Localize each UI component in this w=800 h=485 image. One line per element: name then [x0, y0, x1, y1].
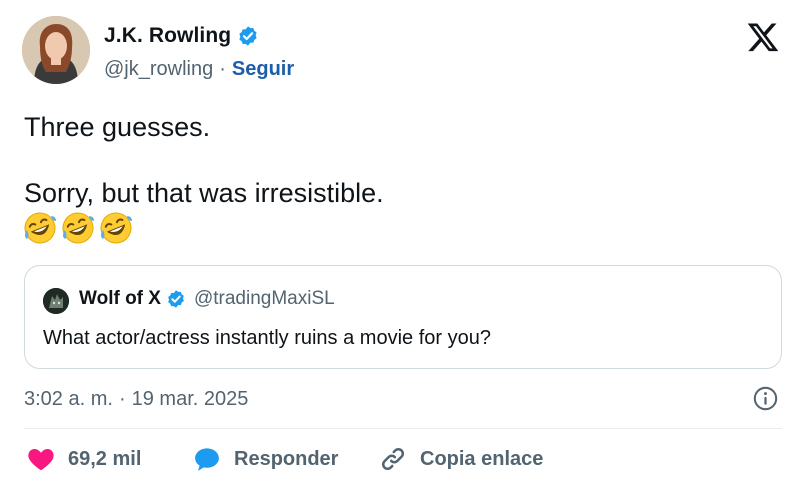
reply-bubble-icon [192, 444, 222, 474]
divider [24, 428, 782, 429]
heart-icon [26, 444, 56, 474]
quote-author-avatar [43, 288, 69, 314]
rofl-emoji-icon [22, 210, 58, 246]
follow-button[interactable]: Seguir [232, 58, 294, 81]
rofl-emoji-icon [60, 210, 96, 246]
quote-text: What actor/actress instantly ruins a mov… [43, 327, 491, 349]
author-handle[interactable]: @jk_rowling [104, 58, 213, 81]
tweet-timestamp[interactable]: 3:02 a. m. · 19 mar. 2025 [24, 388, 248, 411]
verified-badge-icon [237, 25, 259, 47]
rofl-emoji-icon [98, 210, 134, 246]
reply-label: Responder [234, 447, 339, 470]
author-name[interactable]: J.K. Rowling [104, 24, 231, 48]
reply-button[interactable]: Responder [192, 444, 338, 474]
author-handle-row: @jk_rowling · Seguir [104, 58, 294, 81]
emoji-row [22, 210, 134, 246]
tweet-date: 19 mar. 2025 [131, 388, 249, 410]
author-name-row: J.K. Rowling [104, 24, 259, 48]
tweet-time: 3:02 a. m. [24, 388, 113, 410]
quoted-tweet[interactable]: Wolf of X @tradingMaxiSL What actor/actr… [24, 265, 782, 369]
tweet-embed-card: J.K. Rowling @jk_rowling · Seguir Three … [0, 0, 800, 485]
x-logo-icon[interactable] [746, 20, 780, 54]
verified-badge-icon [166, 289, 186, 309]
timestamp-separator: · [118, 388, 126, 410]
copy-link-button[interactable]: Copia enlace [378, 444, 543, 474]
author-avatar[interactable] [22, 16, 90, 84]
quote-author-name: Wolf of X [79, 288, 161, 309]
link-icon [378, 444, 408, 474]
info-icon[interactable] [752, 385, 779, 412]
copy-link-label: Copia enlace [420, 447, 544, 470]
quote-author-row: Wolf of X @tradingMaxiSL [79, 288, 335, 310]
handle-separator: · [219, 58, 226, 80]
tweet-text-line: Three guesses. [24, 112, 211, 142]
like-button[interactable]: 69,2 mil [26, 444, 141, 474]
quote-author-handle: @tradingMaxiSL [193, 288, 335, 309]
like-count: 69,2 mil [68, 447, 142, 470]
tweet-text-line: Sorry, but that was irresistible. [24, 178, 384, 208]
